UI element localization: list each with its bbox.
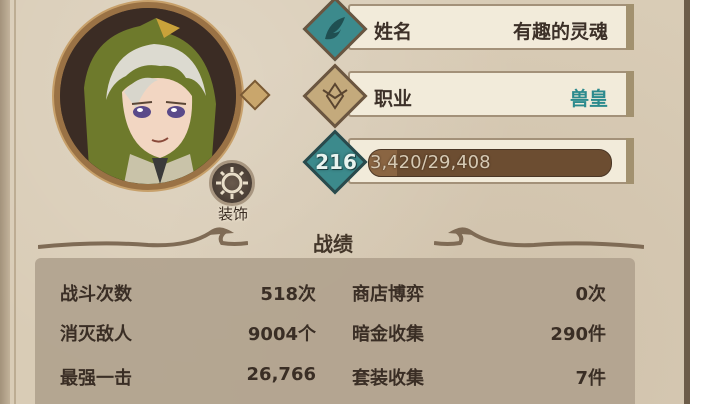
name-row: 姓名 有趣的灵魂: [348, 4, 634, 50]
job-label: 职业: [374, 88, 413, 110]
avatar-image: [60, 8, 236, 184]
stat-value-strongest-hit: 26,766: [246, 364, 316, 385]
job-row: 职业 兽皇: [348, 71, 634, 117]
name-label: 姓名: [374, 21, 413, 43]
xp-text: 3,420/29,408: [370, 152, 491, 173]
decoration-button[interactable]: [209, 160, 255, 206]
stat-value-battles: 518次: [260, 284, 316, 305]
name-value: 有趣的灵魂: [512, 21, 608, 43]
stat-label-strongest-hit: 最强一击: [60, 368, 132, 389]
decoration-label[interactable]: 装饰: [206, 203, 260, 224]
stat-value-enemies: 9004个: [247, 324, 316, 345]
gear-icon: [216, 167, 248, 199]
stat-label-set: 套装收集: [352, 368, 424, 389]
job-value: 兽皇: [569, 88, 608, 110]
stat-value-dark-gold: 290件: [550, 324, 606, 345]
stat-label-battles: 战斗次数: [60, 284, 132, 305]
level-number: 216: [315, 150, 357, 174]
stat-label-dark-gold: 暗金收集: [352, 324, 424, 345]
avatar-portrait[interactable]: [54, 2, 242, 190]
stat-label-enemies: 消灭敌人: [60, 324, 132, 345]
avatar-frame-ornament: [239, 79, 271, 111]
section-ornament-left: [38, 227, 248, 249]
profile-panel: 装饰 姓名 有趣的灵魂 职业 兽皇 216 3,420/29,408 战绩 战斗…: [0, 0, 690, 404]
section-ornament-right: [434, 227, 644, 249]
stat-label-shop: 商店博弈: [352, 284, 424, 305]
stat-value-set: 7件: [575, 368, 606, 389]
panel-left-edge: [0, 0, 16, 404]
stat-value-shop: 0次: [575, 284, 606, 305]
stats-title: 战绩: [313, 232, 353, 256]
